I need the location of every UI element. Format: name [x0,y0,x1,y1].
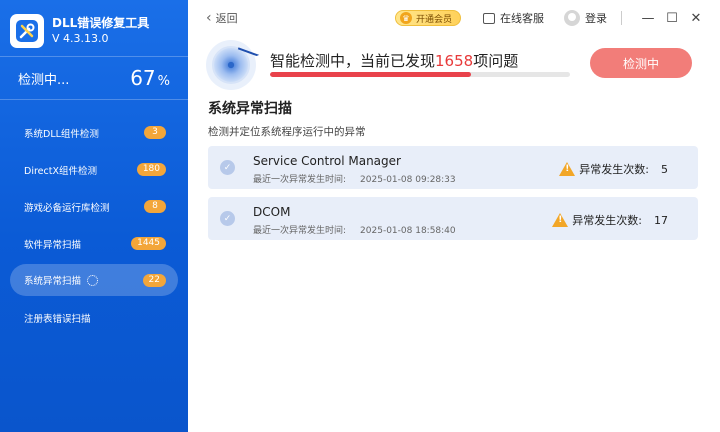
maximize-button[interactable]: ☐ [662,11,682,26]
time-value: 2025-01-08 18:58:40 [360,226,456,236]
progress-number: 67 [130,66,156,90]
count-value: 5 [661,162,668,176]
section-subtitle: 检测并定位系统程序运行中的异常 [208,126,366,138]
list-item[interactable]: ✓ DCOM 最近一次异常发生时间: 2025-01-08 18:58:40 异常… [208,197,698,240]
count-label: 异常发生次数: [579,163,649,176]
back-button[interactable]: ‹ 返回 [206,10,238,26]
vip-label: 开通会员 [415,14,452,25]
warning-icon [559,162,576,176]
scan-progress-bar [270,72,570,77]
sidebar-item-dll[interactable]: 系统DLL组件检测 3 [0,114,188,151]
list-item[interactable]: ✓ Service Control Manager 最近一次异常发生时间: 202… [208,146,698,189]
time-value: 2025-01-08 09:28:33 [360,175,456,185]
vip-button[interactable]: ♛ 开通会员 [394,10,461,26]
sidebar-item-label: 系统异常扫描 [24,276,82,287]
record-list: ✓ Service Control Manager 最近一次异常发生时间: 202… [208,146,698,248]
avatar-icon [564,10,580,26]
service-label: 在线客服 [500,12,544,25]
count-badge: 3 [144,126,166,139]
count-badge: 8 [144,200,166,213]
progress-value: 67% [130,66,170,90]
main-panel: ‹ 返回 ♛ 开通会员 在线客服 登录 — ☐ ✕ 智能检测中，当前已发现165… [188,0,720,432]
app-window: DLL错误修复工具 V 4.3.13.0 检测中... 67% 系统DLL组件检… [0,0,720,432]
check-icon: ✓ [220,211,235,226]
count-label: 异常发生次数: [572,214,642,227]
sidebar-item-system[interactable]: 系统异常扫描 22 [10,264,178,296]
tools-logo-icon [10,14,44,48]
chevron-left-icon: ‹ [206,10,212,26]
scan-progress-fill [270,72,471,77]
sidebar-item-software[interactable]: 软件异常扫描 1445 [0,225,188,262]
record-name: DCOM [253,205,291,219]
record-count: 异常发生次数: 5 [559,161,668,177]
sidebar-item-label: DirectX组件检测 [24,165,97,177]
sidebar-item-label: 系统DLL组件检测 [24,128,99,140]
chat-icon [483,12,495,24]
loading-spinner-icon [87,274,99,286]
sidebar-item-label: 软件异常扫描 [24,239,82,251]
progress-unit: % [157,74,170,89]
time-label: 最近一次异常发生时间: [253,226,347,236]
count-badge: 22 [142,273,166,287]
sidebar-item-label: 注册表错误扫描 [24,313,91,325]
scan-status-text: 智能检测中，当前已发现1658项问题 [270,50,518,71]
warning-icon [552,213,569,227]
count-badge: 180 [136,163,166,176]
crown-icon: ♛ [399,12,412,24]
count-value: 17 [654,213,668,227]
scan-text-prefix: 智能检测中，当前已发现 [270,52,436,70]
sidebar-item-registry[interactable]: 注册表错误扫描 [0,299,188,336]
section-title: 系统异常扫描 [208,101,292,117]
sidebar-nav: 系统DLL组件检测 3 DirectX组件检测 180 游戏必备运行库检测 8 … [0,114,188,336]
progress-label: 检测中... [18,72,70,88]
scan-text-suffix: 项问题 [473,52,519,70]
minimize-button[interactable]: — [638,11,658,26]
login-label: 登录 [585,12,607,25]
record-count: 异常发生次数: 17 [552,212,668,228]
issue-count: 1658 [435,52,474,70]
radar-icon [206,40,256,90]
sidebar-item-label: 游戏必备运行库检测 [24,202,110,214]
top-bar: ‹ 返回 ♛ 开通会员 在线客服 登录 — ☐ ✕ [188,0,720,36]
brand: DLL错误修复工具 V 4.3.13.0 [0,0,188,52]
divider [621,11,622,25]
back-label: 返回 [215,12,238,25]
record-name: Service Control Manager [253,154,401,168]
close-button[interactable]: ✕ [686,11,706,26]
scan-progress-summary: 检测中... 67% [0,56,188,100]
sidebar-item-game-runtime[interactable]: 游戏必备运行库检测 8 [0,188,188,225]
sidebar: DLL错误修复工具 V 4.3.13.0 检测中... 67% 系统DLL组件检… [0,0,188,432]
time-label: 最近一次异常发生时间: [253,175,347,185]
count-badge: 1445 [131,237,166,250]
login-button[interactable]: 登录 [564,10,607,26]
app-title: DLL错误修复工具 [52,16,150,30]
app-version: V 4.3.13.0 [52,32,109,45]
detecting-button[interactable]: 检测中 [590,48,692,78]
record-time: 最近一次异常发生时间: 2025-01-08 18:58:40 [253,223,456,236]
check-icon: ✓ [220,160,235,175]
record-time: 最近一次异常发生时间: 2025-01-08 09:28:33 [253,172,456,185]
sidebar-item-directx[interactable]: DirectX组件检测 180 [0,151,188,188]
online-service-button[interactable]: 在线客服 [483,10,544,26]
